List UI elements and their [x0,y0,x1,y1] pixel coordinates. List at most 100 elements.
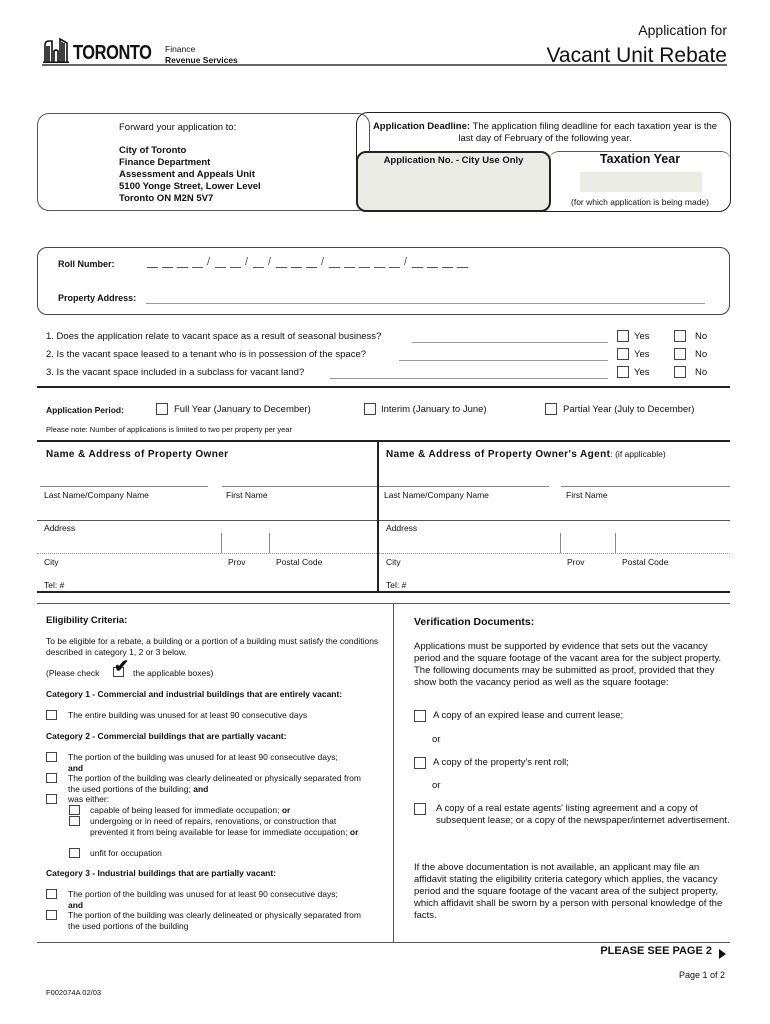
category-2-item-2-checkbox[interactable] [46,773,57,783]
owner-first-name-input[interactable] [222,486,377,487]
roll-digit-slot[interactable] [412,255,423,268]
roll-separator: / [268,256,272,268]
name-address-top-rule [37,440,730,442]
roll-digit-slot[interactable] [427,255,438,268]
forward-label: Forward your application to: [119,122,237,133]
roll-digit-slot[interactable] [344,255,355,268]
application-number-label: Application No. - City Use Only [383,155,524,166]
check-instruction-post: the applicable boxes) [133,668,214,678]
category-2-item-3-checkbox[interactable] [46,794,57,804]
roll-digit-slot[interactable] [177,255,188,268]
period-partial-year-checkbox[interactable] [545,403,557,415]
roll-separator: / [245,256,249,268]
roll-digit-slot[interactable] [276,255,287,268]
city-hall-icon [43,37,69,63]
roll-number-input[interactable]: / / / / / [147,255,472,268]
category-2-sub-2-checkbox[interactable] [69,816,80,826]
question-3-no-checkbox[interactable] [674,366,686,378]
roll-digit-slot[interactable] [374,255,385,268]
doc-expired-lease-checkbox[interactable] [414,710,426,722]
agent-address-label: Address [386,523,418,533]
question-2-yes-label: Yes [634,349,650,360]
period-interim-checkbox[interactable] [364,403,376,415]
roll-digit-slot[interactable] [389,255,400,268]
question-3-text: 3. Is the vacant space included in a sub… [46,367,305,378]
or-separator: or [432,734,441,745]
roll-digit-slot[interactable] [230,255,241,268]
roll-digit-slot[interactable] [291,255,302,268]
header-divider [42,64,727,66]
agent-postal-code-label: Postal Code [622,557,669,567]
agent-address-input[interactable] [379,553,730,554]
question-1-yes-label: Yes [634,331,650,342]
department-name: Finance Revenue Services [165,44,238,66]
deadline-label: Application Deadline: [372,121,471,132]
question-2-line[interactable] [399,360,608,361]
owner-last-name-input[interactable] [40,486,208,487]
roll-digit-slot[interactable] [359,255,370,268]
application-period-label: Application Period: [46,405,124,415]
name-address-divider [377,442,379,591]
name-address-bottom-rule [37,591,730,593]
roll-separator: / [321,256,325,268]
doc-listing-agreement-checkbox[interactable] [414,803,426,815]
owner-prov-divider [221,533,222,553]
owner-tel-label: Tel: # [44,580,65,590]
taxation-year-label: Taxation Year [599,152,681,166]
question-1-line[interactable] [412,342,608,343]
roll-digit-slot[interactable] [253,255,264,268]
taxation-year-input[interactable] [580,172,702,192]
see-page-2-link[interactable]: PLEASE SEE PAGE 2 [600,945,712,957]
checkmark-icon: ✔ [114,656,130,676]
agent-first-name-input[interactable] [561,486,730,487]
category-2-title: Category 2 - Commercial buildings that a… [46,731,287,741]
category-2-sub-3-checkbox[interactable] [69,848,80,858]
mailing-address: City of Toronto Finance Department Asses… [119,145,261,205]
arrow-right-icon [719,949,726,959]
property-address-input[interactable] [146,303,705,304]
question-2-no-checkbox[interactable] [674,348,686,360]
owner-address-input[interactable] [37,553,377,554]
question-3-line[interactable] [330,378,608,379]
item-text: capable of being leased for immediate oc… [90,805,280,815]
roll-digit-slot[interactable] [215,255,226,268]
eligibility-bottom-rule [37,942,730,943]
category-2-item-1-checkbox[interactable] [46,752,57,762]
roll-digit-slot[interactable] [147,255,158,268]
owner-address-rule [37,520,377,521]
roll-digit-slot[interactable] [329,255,340,268]
category-3-title: Category 3 - Industrial buildings that a… [46,868,277,878]
question-1-yes-checkbox[interactable] [617,330,629,342]
owner-postal-divider [269,533,270,553]
roll-digit-slot[interactable] [306,255,317,268]
doc-expired-lease-text: A copy of an expired lease and current l… [433,710,624,721]
period-full-year-checkbox[interactable] [156,403,168,415]
question-1-no-checkbox[interactable] [674,330,686,342]
agent-last-name-input[interactable] [379,486,549,487]
verification-intro: Applications must be supported by eviden… [414,641,722,688]
category-2-sub-1-checkbox[interactable] [69,805,80,815]
category-3-item-2-checkbox[interactable] [46,910,57,920]
roll-separator: / [404,256,408,268]
category-2-sub-1-text: capable of being leased for immediate oc… [90,805,290,816]
agent-prov-label: Prov [567,557,585,567]
doc-rent-roll-text: A copy of the property's rent roll; [433,757,569,768]
owner-postal-code-label: Postal Code [276,557,323,567]
category-1-item-checkbox[interactable] [46,710,57,720]
address-line: Toronto ON M2N 5V7 [119,193,214,204]
question-3-yes-checkbox[interactable] [617,366,629,378]
address-line: 5100 Yonge Street, Lower Level [119,181,261,192]
doc-rent-roll-checkbox[interactable] [414,757,426,769]
roll-digit-slot[interactable] [192,255,203,268]
logo-wordmark: TORONTO [73,42,152,64]
roll-digit-slot[interactable] [442,255,453,268]
eligibility-heading: Eligibility Criteria: [46,615,128,626]
roll-digit-slot[interactable] [162,255,173,268]
eligibility-top-rule [37,603,730,604]
owner-last-name-label: Last Name/Company Name [44,490,149,500]
category-2-item-1-text: The portion of the building was unused f… [68,752,388,773]
category-3-item-1-checkbox[interactable] [46,889,57,899]
roll-digit-slot[interactable] [457,255,468,268]
question-2-yes-checkbox[interactable] [617,348,629,360]
agent-last-name-label: Last Name/Company Name [384,490,489,500]
